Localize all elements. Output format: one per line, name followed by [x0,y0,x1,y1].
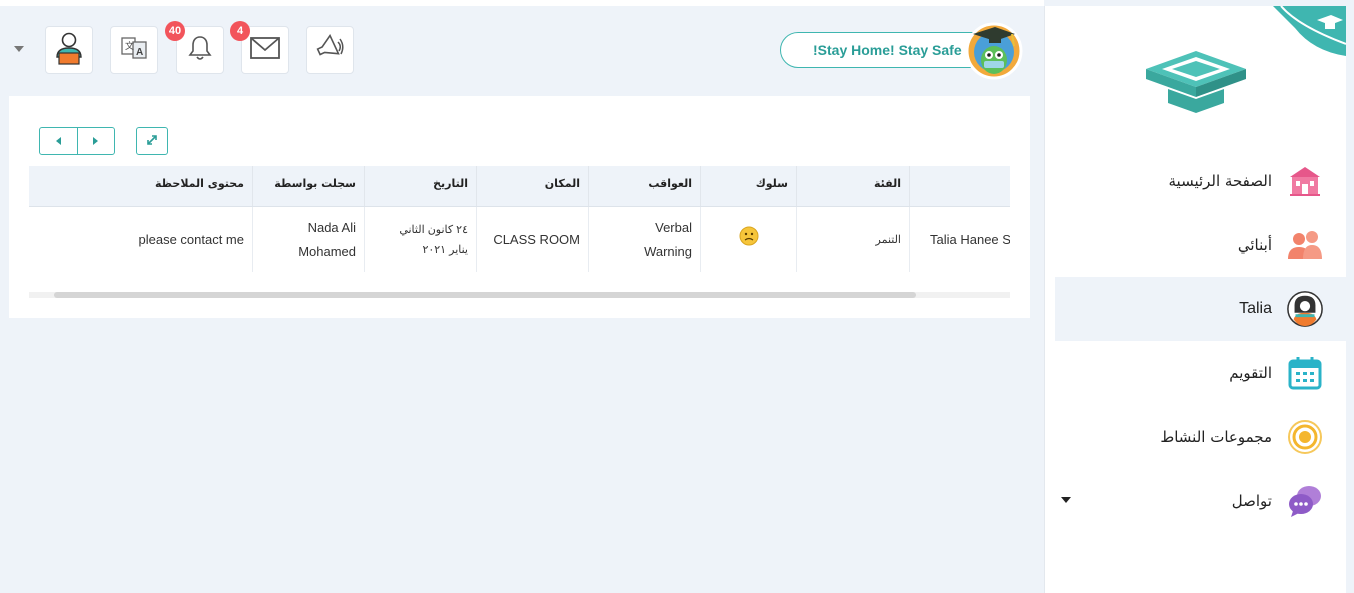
column-header-consequences: العواقب [588,166,700,206]
date-line-1: ٢٤ كانون الثاني [399,223,468,236]
table-scroll-controls [39,127,115,155]
messages-button[interactable]: 4 [230,21,289,74]
mail-icon [250,37,280,63]
table-header: الفئة سلوك العواقب المكان التاريخ سجلت ب… [29,166,1010,207]
children-icon [1286,226,1324,264]
column-header-recorded-by: سجلت بواسطة [252,166,364,206]
svg-text:文: 文 [125,40,134,52]
date-line-2: يناير ٢٠٢١ [422,243,468,256]
arrow-left-icon [55,137,61,145]
caret-down-icon[interactable] [14,46,24,52]
sidebar-item-talia[interactable]: Talia [1055,277,1346,341]
sidebar-item-label: Talia [1239,300,1272,317]
column-header-place: المكان [476,166,588,206]
cell-behavior [700,207,796,272]
sidebar-item-label: مجموعات النشاط [1160,428,1272,446]
top-border [0,0,1044,6]
chat-bubbles-icon [1286,482,1324,520]
scroll-left-button[interactable] [40,128,77,154]
sidebar-item-label: أبنائي [1237,236,1272,254]
sad-face-icon [739,226,759,254]
column-header-behavior: سلوك [700,166,796,206]
announcements-button[interactable] [306,26,354,74]
sidebar-item-home[interactable]: الصفحة الرئيسية [1055,149,1346,213]
translate-button[interactable]: A 文 [110,26,158,74]
column-header-category: الفئة [796,166,909,206]
mascot-avatar-icon[interactable] [965,22,1023,80]
recorded-by-text: Nada Ali Mohamed [298,219,356,259]
column-header-note: محتوى الملاحظة [155,177,244,190]
user-profile-icon [54,31,84,69]
expand-button[interactable] [136,127,168,155]
sidebar-item-label: الصفحة الرئيسية [1168,172,1273,190]
profile-button[interactable] [45,26,93,74]
school-logo-icon[interactable] [1140,45,1252,117]
consequence-text: Verbal Warning [644,219,692,259]
cell-recorded-by: Nada Ali Mohamed [252,207,364,272]
horizontal-scrollbar[interactable] [29,292,1010,298]
bell-icon [187,34,213,66]
translate-icon: A 文 [120,34,148,66]
sidebar-item-communication[interactable]: تواصل [1055,469,1346,533]
cell-note: please contact me [138,231,244,247]
school-building-icon [1286,162,1324,200]
behavior-table: الفئة سلوك العواقب المكان التاريخ سجلت ب… [29,166,1010,272]
cell-student: Talia Hanee S [909,207,1010,272]
expand-icon [145,132,159,151]
megaphone-icon [315,33,345,66]
column-header-student [909,166,1010,206]
sidebar-item-activity-groups[interactable]: مجموعات النشاط [1055,405,1346,469]
student-avatar-icon [1286,290,1324,328]
cell-place: CLASS ROOM [476,207,588,272]
scrollbar-thumb[interactable] [54,292,916,298]
cell-category: التنمر [796,207,909,272]
notifications-badge: 40 [165,21,185,41]
arrow-right-icon [93,137,99,145]
table-row[interactable]: Talia Hanee S التنمر Verbal Warning CLAS… [29,207,1010,272]
caret-down-icon[interactable] [1061,497,1071,503]
sidebar-item-label: تواصل [1231,492,1272,510]
activity-target-icon [1286,418,1324,456]
svg-text:A: A [136,47,143,58]
notifications-button[interactable]: 40 [165,21,224,74]
column-header-date: التاريخ [364,166,476,206]
cell-date: ٢٤ كانون الثاني يناير ٢٠٢١ [364,207,476,272]
messages-badge: 4 [230,21,250,41]
behavior-card: الفئة سلوك العواقب المكان التاريخ سجلت ب… [9,96,1030,318]
sidebar-item-calendar[interactable]: التقويم [1055,341,1346,405]
window-edge [1346,6,1354,593]
sidebar-item-children[interactable]: أبنائي [1055,213,1346,277]
cell-consequence: Verbal Warning [588,207,700,272]
corner-logo-icon [1273,5,1347,56]
sidebar-item-label: التقويم [1229,364,1272,382]
scroll-right-button[interactable] [76,128,115,154]
calendar-icon [1286,354,1324,392]
